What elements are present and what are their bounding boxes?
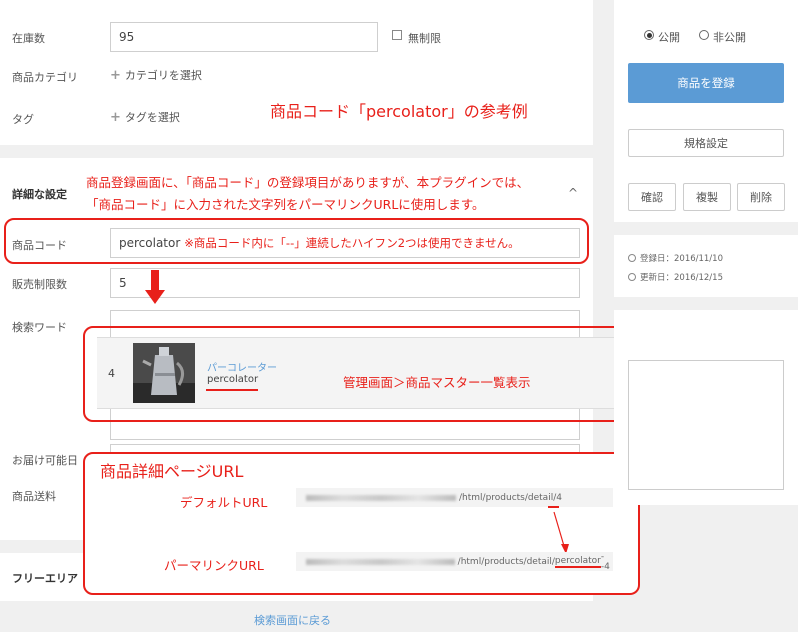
public-label: 公開 <box>658 31 680 44</box>
permalink-url-path: /html/products/detail/ <box>457 556 555 567</box>
permalink-url-suffix: --4 <box>600 551 610 572</box>
tag-select-link[interactable]: + タグを選択 <box>110 109 180 125</box>
stock-input[interactable]: 95 <box>110 22 378 52</box>
radio-dot-icon <box>646 32 652 38</box>
delivery-label: お届け可能日 <box>12 454 78 467</box>
url-change-arrow <box>553 511 569 554</box>
memo-textarea[interactable] <box>628 360 784 490</box>
register-button[interactable]: 商品を登録 <box>628 63 784 103</box>
clock-icon <box>628 254 636 262</box>
default-id-underline <box>548 506 559 508</box>
annotation-title: 商品コード「percolator」の参考例 <box>270 102 528 121</box>
chevron-up-icon[interactable]: ^ <box>568 186 578 200</box>
tag-link-text: タグを選択 <box>124 111 180 124</box>
confirm-button[interactable]: 確認 <box>628 183 676 211</box>
default-url-path: /html/products/detail/ <box>459 492 557 503</box>
private-label: 非公開 <box>713 31 746 44</box>
default-url-id: 4 <box>556 492 562 503</box>
sale-limit-label: 販売制限数 <box>12 278 67 291</box>
plus-icon: + <box>110 68 121 83</box>
tag-label: タグ <box>12 113 34 126</box>
annotation-explain-1: 商品登録画面に、「商品コード」の登録項目がありますが、本プラグインでは、 <box>86 175 530 190</box>
delete-button[interactable]: 削除 <box>737 183 785 211</box>
annotation-explain-2: 「商品コード」に入力された文字列をパーマリンクURLに使用します。 <box>86 197 485 212</box>
clock-icon <box>628 273 636 281</box>
default-url-label: デフォルトURL <box>180 495 268 510</box>
spec-button[interactable]: 規格設定 <box>628 129 784 157</box>
blurred-host <box>306 558 455 565</box>
back-to-search-link[interactable]: 検索画面に戻る <box>254 612 331 628</box>
category-select-link[interactable]: + カテゴリを選択 <box>110 67 202 83</box>
permalink-url-code: percolator <box>554 555 601 568</box>
default-url-box: /html/products/detail/4 <box>296 488 613 507</box>
arrow-down-head <box>145 290 165 304</box>
detail-section-title: 詳細な設定 <box>12 188 67 201</box>
public-radio[interactable] <box>644 30 654 40</box>
free-area-label: フリーエリア <box>12 572 78 585</box>
unlimited-checkbox[interactable] <box>392 30 402 40</box>
category-label: 商品カテゴリ <box>12 71 78 84</box>
category-link-text: カテゴリを選択 <box>124 69 202 82</box>
sale-limit-input[interactable]: 5 <box>110 268 580 298</box>
arrow-down-icon <box>151 270 159 290</box>
search-word-label: 検索ワード <box>12 321 67 334</box>
product-code-highlight <box>4 218 589 264</box>
plus-icon: + <box>110 110 121 125</box>
updated-date: 更新日：2016/12/15 <box>640 273 723 283</box>
blurred-host <box>306 494 456 501</box>
stock-label: 在庫数 <box>12 32 45 45</box>
private-radio[interactable] <box>699 30 709 40</box>
copy-button[interactable]: 複製 <box>683 183 731 211</box>
permalink-url-box: /html/products/detail/percolator --4 <box>296 551 613 572</box>
unlimited-label: 無制限 <box>408 32 441 45</box>
permalink-url-label: パーマリンクURL <box>164 558 264 573</box>
annotation-url-heading: 商品詳細ページURL <box>100 462 244 481</box>
created-date: 登録日：2016/11/10 <box>640 254 723 264</box>
shipping-label: 商品送料 <box>12 490 56 503</box>
date-panel <box>614 235 798 297</box>
